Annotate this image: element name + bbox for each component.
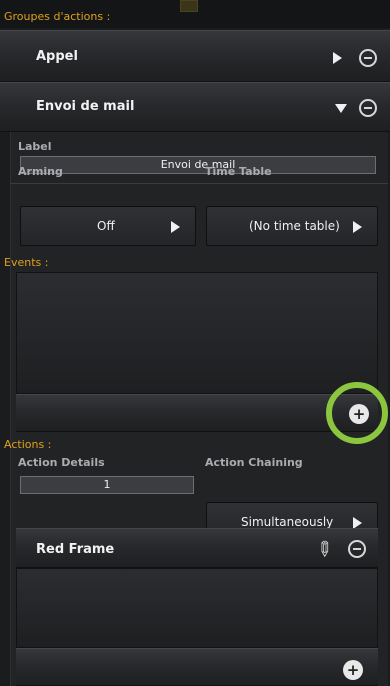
label-caption: Label [18, 140, 52, 153]
frame-header[interactable]: Red Frame ✎ [16, 528, 378, 568]
collapse-icon[interactable] [335, 104, 347, 113]
actions-title: Actions : [4, 438, 52, 451]
arming-value: Off [97, 219, 115, 233]
play-icon [353, 221, 362, 233]
remove-frame-icon[interactable] [348, 540, 366, 558]
arming-caption: Arming [18, 165, 63, 178]
label-input[interactable]: Envoi de mail [20, 156, 376, 174]
frame-title: Red Frame [36, 542, 115, 557]
pencil-icon[interactable]: ✎ [310, 535, 339, 564]
events-footer [16, 394, 378, 432]
action-details-caption: Action Details [18, 456, 105, 469]
group-label: Envoi de mail [36, 99, 135, 114]
action-chaining-value: Simultaneously [241, 515, 334, 529]
timetable-button[interactable]: (No time table) [206, 206, 378, 246]
frame-footer [16, 648, 378, 686]
divider [10, 183, 388, 184]
group-row-envoi[interactable]: Envoi de mail [0, 82, 390, 132]
edit-tab-icon [180, 0, 198, 12]
remove-group-icon[interactable] [359, 49, 377, 67]
group-label: Appel [36, 49, 78, 64]
timetable-caption: Time Table [205, 165, 272, 178]
header-bar: Groupes d'actions : [0, 0, 390, 28]
events-list [16, 272, 378, 394]
timetable-value: (No time table) [249, 219, 340, 233]
play-icon [171, 221, 180, 233]
frame-content [16, 568, 378, 648]
events-title: Events : [4, 256, 49, 269]
groups-title: Groupes d'actions : [4, 10, 111, 23]
action-chaining-caption: Action Chaining [205, 456, 303, 469]
action-details-input[interactable]: 1 [20, 476, 194, 494]
group-row-appel[interactable]: Appel [0, 30, 390, 82]
highlight-circle [326, 382, 388, 444]
arming-button[interactable]: Off [20, 206, 196, 246]
play-icon[interactable] [333, 52, 342, 64]
remove-group-icon[interactable] [359, 99, 377, 117]
add-action-icon[interactable]: + [343, 660, 363, 680]
